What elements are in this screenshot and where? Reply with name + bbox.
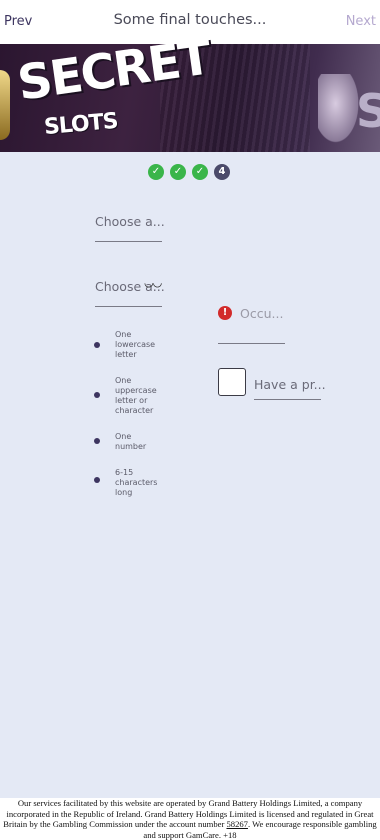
step-4-current: 4 — [214, 164, 230, 180]
password-rules-list: One lowercase letter One uppercase lette… — [94, 330, 165, 514]
promo-code-checkbox[interactable] — [218, 368, 246, 396]
rule-item: One lowercase letter — [94, 330, 165, 360]
rule-item: 6-15 characters long — [94, 468, 165, 498]
bullet-icon — [94, 438, 100, 444]
step-progress: ✓ ✓ ✓ 4 — [148, 164, 230, 180]
rule-text: One lowercase letter — [115, 330, 156, 359]
error-alert-icon: ! — [218, 306, 232, 320]
bullet-icon — [94, 392, 100, 398]
occupation-input[interactable]: Occu... — [240, 306, 283, 321]
rule-text: One uppercase letter or character — [115, 376, 157, 415]
step-3-complete-icon: ✓ — [192, 164, 208, 180]
rule-item: One number — [94, 432, 165, 452]
occupation-underline — [218, 343, 285, 344]
account-number-link[interactable]: 58267 — [226, 819, 247, 829]
rule-item: One uppercase letter or character — [94, 376, 165, 416]
step-2-complete-icon: ✓ — [170, 164, 186, 180]
bullet-icon — [94, 477, 100, 483]
username-underline — [95, 241, 162, 242]
password-underline — [95, 306, 162, 307]
promo-code-input[interactable]: Have a pr... — [254, 377, 326, 392]
treasure-chest-image — [0, 70, 10, 140]
legal-footer: Our services facilitated by this website… — [0, 798, 380, 840]
page-title: Some final touches... — [113, 12, 267, 28]
next-button[interactable]: Next — [346, 14, 376, 29]
rule-text: One number — [115, 432, 147, 451]
banner-letter-decoration: S — [356, 84, 380, 138]
rule-text: 6-15 characters long — [115, 468, 158, 497]
promo-code-underline — [254, 399, 321, 400]
step-1-complete-icon: ✓ — [148, 164, 164, 180]
bullet-icon — [94, 342, 100, 348]
username-input[interactable]: Choose a... — [95, 214, 165, 229]
show-password-eye-icon[interactable]: ◡◡ — [144, 276, 162, 289]
